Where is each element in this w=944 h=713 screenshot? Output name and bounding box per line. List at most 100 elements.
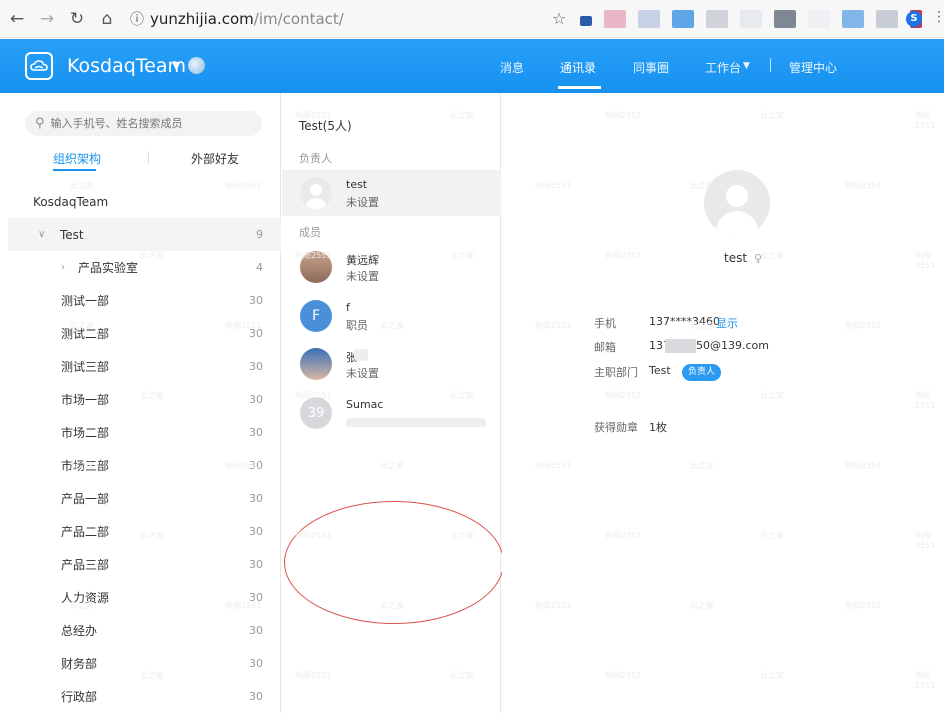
nav-contacts[interactable]: 通讯录 xyxy=(560,59,596,76)
org-dept-item[interactable]: 人力资源 30 xyxy=(8,581,281,614)
profile-avatar-icon xyxy=(704,170,770,236)
dept-label: 市场二部 xyxy=(61,426,110,440)
show-phone-link[interactable]: 显示 xyxy=(716,315,738,331)
org-root[interactable]: KosdaqTeam xyxy=(8,185,281,218)
org-dept-item[interactable]: 测试三部 30 xyxy=(8,350,281,383)
org-subdept[interactable]: › 产品实验室 4 xyxy=(8,251,281,284)
avatar xyxy=(300,251,332,283)
chevron-down-icon[interactable]: ∨ xyxy=(38,229,45,240)
org-dept-item[interactable]: 测试一部 30 xyxy=(8,284,281,317)
dept-count: 30 xyxy=(249,327,263,340)
member-leader[interactable]: test 未设置 xyxy=(282,170,501,216)
search-input[interactable] xyxy=(50,117,251,130)
cloud-logo-icon[interactable] xyxy=(25,52,53,80)
dept-label: 产品三部 xyxy=(61,558,110,572)
team-dropdown-icon[interactable]: ▼ xyxy=(172,59,180,72)
redaction-blur xyxy=(346,418,486,427)
member-item[interactable]: F f 职员 xyxy=(282,293,501,339)
dept-count: 30 xyxy=(249,426,263,439)
org-dept-item[interactable]: 产品二部 30 xyxy=(8,515,281,548)
redaction-blur xyxy=(665,339,696,353)
org-dept-item[interactable]: 市场二部 30 xyxy=(8,416,281,449)
org-dept-item[interactable]: 行政部 30 xyxy=(8,680,281,713)
dept-label: Test xyxy=(60,227,84,242)
org-dept-item[interactable]: 测试二部 30 xyxy=(8,317,281,350)
tab-active-indicator xyxy=(53,169,96,171)
org-dept-item[interactable]: 市场三部 30 xyxy=(8,449,281,482)
member-name: Sumac xyxy=(346,398,384,411)
member-name: test xyxy=(346,178,368,191)
annotation-ellipse xyxy=(284,501,504,624)
team-badge-icon xyxy=(188,57,205,74)
back-icon[interactable]: ← xyxy=(4,6,30,32)
search-icon: ⚲ xyxy=(35,116,45,131)
dept-label: 市场三部 xyxy=(61,459,110,473)
address-bar[interactable]: ⓘ yunzhijia.com /im/contact/ xyxy=(130,6,344,32)
home-icon[interactable]: ⌂ xyxy=(94,6,120,32)
group-title: Test(5人) xyxy=(299,119,352,133)
member-section-label: 成员 xyxy=(299,226,321,239)
bookmark-star-icon[interactable]: ☆ xyxy=(552,9,566,28)
browser-menu-icon[interactable]: ⋮ xyxy=(932,9,944,25)
org-dept-item[interactable]: 产品一部 30 xyxy=(8,482,281,515)
org-dept-item[interactable]: 产品三部 30 xyxy=(8,548,281,581)
member-search[interactable]: ⚲ xyxy=(25,111,262,136)
member-item[interactable]: 张 未设置 xyxy=(282,341,501,387)
nav-colleagues[interactable]: 同事圈 xyxy=(633,59,669,76)
tab-org-structure[interactable]: 组织架构 xyxy=(53,150,101,167)
url-path: /im/contact/ xyxy=(253,9,344,28)
member-item[interactable]: 黄远辉 未设置 xyxy=(282,244,501,290)
dept-count: 30 xyxy=(249,294,263,307)
nav-workbench[interactable]: 工作台 xyxy=(705,59,741,76)
medal-value: 1枚 xyxy=(649,421,667,434)
org-dept-selected[interactable]: ∨ Test 9 xyxy=(8,218,281,251)
org-root-label: KosdaqTeam xyxy=(33,194,109,209)
dept-count: 9 xyxy=(256,228,263,241)
default-avatar-icon xyxy=(300,177,332,209)
avatar xyxy=(300,348,332,380)
info-icon[interactable]: ⓘ xyxy=(130,9,144,29)
team-name[interactable]: KosdaqTeam xyxy=(67,55,186,77)
dept-label: 主职部门 xyxy=(594,366,638,379)
chevron-right-icon[interactable]: › xyxy=(61,262,65,273)
phone-value: 137****3460 xyxy=(649,315,720,328)
tab-divider xyxy=(148,151,149,164)
phone-label: 手机 xyxy=(594,317,616,330)
redaction-blur xyxy=(354,349,368,361)
workbench-dropdown-icon[interactable]: ▼ xyxy=(743,61,750,71)
dept-label: 人力资源 xyxy=(61,591,110,605)
dept-count: 30 xyxy=(249,624,263,637)
org-panel: ⚲ 组织架构 外部好友 KosdaqTeam ∨ Test 9 › 产品实验室 … xyxy=(8,93,281,713)
leader-section-label: 负责人 xyxy=(299,152,332,165)
dept-label: 市场一部 xyxy=(61,393,110,407)
dept-count: 30 xyxy=(249,360,263,373)
member-name: 黄远辉 xyxy=(346,254,379,267)
dept-count: 30 xyxy=(249,558,263,571)
org-dept-item[interactable]: 总经办 30 xyxy=(8,614,281,647)
dept-count: 30 xyxy=(249,492,263,505)
dept-label: 产品实验室 xyxy=(78,261,139,275)
profile-avatar[interactable]: S xyxy=(906,11,922,27)
dept-count: 30 xyxy=(249,393,263,406)
dept-count: 30 xyxy=(249,657,263,670)
dept-count: 30 xyxy=(249,690,263,703)
forward-icon[interactable]: → xyxy=(34,6,60,32)
org-dept-item[interactable]: 市场一部 30 xyxy=(8,383,281,416)
reload-icon[interactable]: ↻ xyxy=(64,6,90,32)
dept-count: 4 xyxy=(256,261,263,274)
email-label: 邮箱 xyxy=(594,341,616,354)
email-suffix: 50@139.com xyxy=(696,339,769,352)
member-item[interactable]: 39 Sumac xyxy=(282,390,501,436)
org-dept-item[interactable]: 财务部 30 xyxy=(8,647,281,680)
avatar: 39 xyxy=(300,397,332,429)
dept-count: 30 xyxy=(249,525,263,538)
dept-label: 总经办 xyxy=(61,624,98,638)
tab-external-friends[interactable]: 外部好友 xyxy=(191,150,239,167)
member-role: 未设置 xyxy=(346,270,379,283)
nav-messages[interactable]: 消息 xyxy=(500,59,524,76)
dept-count: 30 xyxy=(249,459,263,472)
nav-admin[interactable]: 管理中心 xyxy=(789,59,837,76)
profile-panel: test ♀ 手机 137****3460 显示 邮箱 1379 50@139.… xyxy=(502,93,944,713)
member-role: 未设置 xyxy=(346,196,379,209)
member-name: f xyxy=(346,301,350,314)
